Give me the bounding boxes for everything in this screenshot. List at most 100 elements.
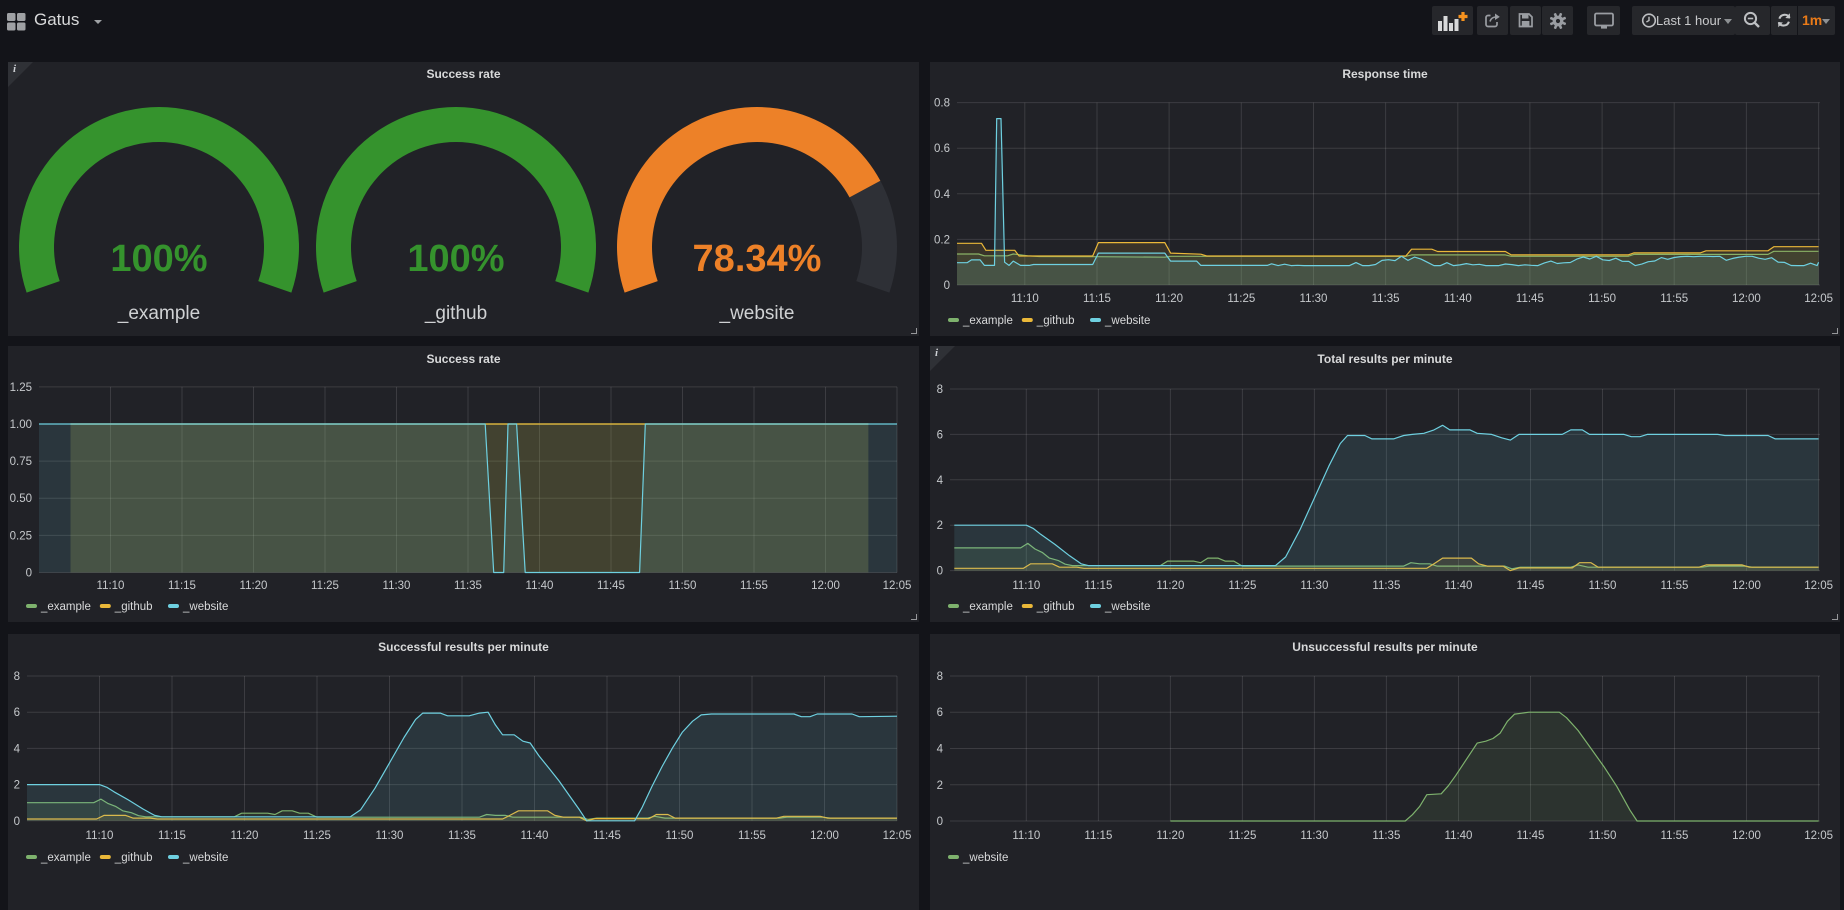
svg-text:11:30: 11:30 [383,580,411,592]
svg-text:11:50: 11:50 [1589,830,1617,842]
svg-text:0: 0 [14,816,20,828]
svg-text:11:30: 11:30 [1300,830,1328,842]
svg-text:11:35: 11:35 [1372,580,1400,592]
svg-text:11:15: 11:15 [1084,580,1112,592]
svg-text:11:25: 11:25 [1227,293,1255,305]
svg-text:0.50: 0.50 [10,493,32,505]
svg-text:12:00: 12:00 [810,830,839,842]
svg-text:11:50: 11:50 [1589,580,1617,592]
svg-text:11:15: 11:15 [1083,293,1111,305]
svg-text:2: 2 [937,780,943,792]
svg-text:11:35: 11:35 [454,580,482,592]
svg-text:11:55: 11:55 [740,580,768,592]
svg-text:12:00: 12:00 [811,580,840,592]
svg-text:11:10: 11:10 [97,580,125,592]
svg-text:0.25: 0.25 [10,530,32,542]
svg-text:11:10: 11:10 [1012,830,1040,842]
svg-text:11:45: 11:45 [1517,830,1545,842]
svg-text:_example: _example [962,315,1013,327]
svg-text:11:15: 11:15 [158,830,186,842]
svg-text:_website: _website [962,852,1008,864]
svg-text:11:35: 11:35 [1372,830,1400,842]
svg-text:Success rate: Success rate [426,352,500,366]
svg-text:0: 0 [944,280,950,292]
svg-text:_website: _website [719,303,795,324]
svg-text:0.8: 0.8 [934,98,950,110]
svg-text:11:25: 11:25 [1228,830,1256,842]
svg-text:0: 0 [937,816,943,828]
svg-text:11:45: 11:45 [1516,293,1544,305]
svg-text:_example: _example [117,303,200,324]
svg-text:_github: _github [114,852,153,864]
svg-text:11:20: 11:20 [231,830,259,842]
svg-text:8: 8 [937,384,943,396]
svg-text:11:20: 11:20 [1155,293,1183,305]
svg-text:11:40: 11:40 [1445,830,1473,842]
svg-text:12:00: 12:00 [1732,580,1761,592]
svg-text:11:10: 11:10 [1011,293,1039,305]
svg-text:11:30: 11:30 [1300,293,1328,305]
svg-text:11:20: 11:20 [240,580,268,592]
svg-text:11:55: 11:55 [1660,293,1688,305]
svg-text:11:40: 11:40 [1445,580,1473,592]
svg-text:0.75: 0.75 [10,456,32,468]
svg-text:_github: _github [1036,601,1075,613]
svg-text:11:15: 11:15 [1084,830,1112,842]
svg-text:_example: _example [40,601,91,613]
svg-text:8: 8 [14,671,20,683]
svg-text:12:05: 12:05 [1804,830,1833,842]
svg-text:4: 4 [937,744,944,756]
svg-text:2: 2 [14,780,20,792]
svg-text:_website: _website [1104,315,1150,327]
svg-text:11:45: 11:45 [593,830,621,842]
svg-text:6: 6 [937,429,943,441]
svg-text:11:45: 11:45 [597,580,625,592]
svg-text:11:45: 11:45 [1517,580,1545,592]
svg-text:1.00: 1.00 [10,419,32,431]
svg-text:100%: 100% [407,238,504,280]
svg-text:11:15: 11:15 [168,580,196,592]
svg-text:12:00: 12:00 [1732,293,1761,305]
svg-text:Response time: Response time [1342,67,1428,81]
svg-text:_github: _github [1036,315,1075,327]
svg-text:11:55: 11:55 [1661,580,1689,592]
svg-text:11:10: 11:10 [1012,580,1040,592]
svg-text:11:40: 11:40 [521,830,549,842]
svg-text:11:55: 11:55 [1661,830,1689,842]
svg-text:_example: _example [40,852,91,864]
svg-text:100%: 100% [110,238,207,280]
svg-text:12:05: 12:05 [883,830,912,842]
svg-text:0: 0 [26,568,32,580]
svg-text:11:10: 11:10 [86,830,114,842]
svg-text:4: 4 [14,743,21,755]
svg-text:8: 8 [937,671,943,683]
svg-text:6: 6 [937,707,943,719]
svg-text:_github: _github [424,303,487,324]
svg-text:0.6: 0.6 [934,143,950,155]
svg-text:11:25: 11:25 [303,830,331,842]
svg-text:11:40: 11:40 [526,580,554,592]
svg-text:12:05: 12:05 [883,580,912,592]
svg-text:78.34%: 78.34% [693,238,822,280]
svg-text:2: 2 [937,520,943,532]
svg-text:0: 0 [937,566,943,578]
svg-text:0.4: 0.4 [934,189,951,201]
svg-text:11:35: 11:35 [1372,293,1400,305]
svg-text:12:05: 12:05 [1804,293,1833,305]
svg-text:Unsuccessful results per minut: Unsuccessful results per minute [1292,640,1478,654]
svg-text:12:00: 12:00 [1732,830,1761,842]
svg-text:11:50: 11:50 [666,830,694,842]
svg-text:1.25: 1.25 [10,382,32,394]
svg-text:Success rate: Success rate [426,67,500,81]
svg-text:11:30: 11:30 [1300,580,1328,592]
svg-text:Successful results per minute: Successful results per minute [378,640,549,654]
svg-text:11:50: 11:50 [669,580,697,592]
svg-text:11:40: 11:40 [1444,293,1472,305]
svg-text:Total results per minute: Total results per minute [1317,352,1452,366]
svg-text:4: 4 [937,475,944,487]
svg-text:11:25: 11:25 [311,580,339,592]
svg-text:_example: _example [962,601,1013,613]
svg-text:11:20: 11:20 [1156,830,1184,842]
svg-text:11:35: 11:35 [448,830,476,842]
svg-text:11:50: 11:50 [1588,293,1616,305]
